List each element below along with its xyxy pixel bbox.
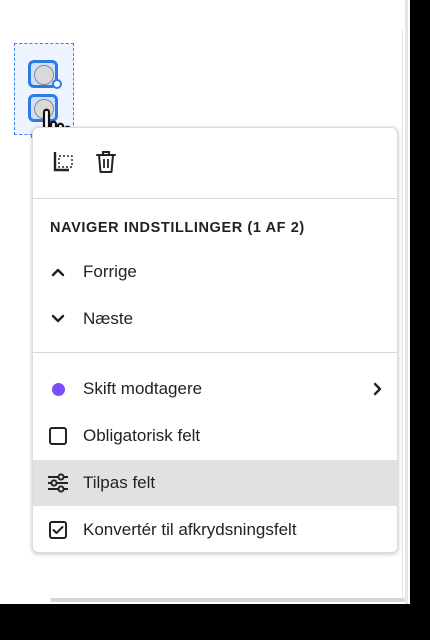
menu-item-change-recipients[interactable]: Skift modtagere <box>33 366 397 412</box>
page-border-line <box>402 30 403 598</box>
resize-handle[interactable] <box>52 79 62 89</box>
menu-item-label: Tilpas felt <box>83 473 156 492</box>
menu-action-row <box>33 144 397 184</box>
menu-item-label: Forrige <box>83 262 137 281</box>
checkbox-checked-icon <box>47 519 69 541</box>
section-title: NAVIGER INDSTILLINGER (1 AF 2) <box>50 220 305 236</box>
menu-item-convert-to-checkbox[interactable]: Konvertér til afkrydsningsfelt <box>33 507 397 553</box>
menu-divider <box>33 352 397 353</box>
radio-button-icon <box>34 65 54 85</box>
chevron-down-icon <box>47 308 69 330</box>
menu-item-label: Næste <box>83 309 134 328</box>
page-bottom-border <box>50 598 405 602</box>
chevron-up-icon <box>47 261 69 283</box>
menu-item-label: Konvertér til afkrydsningsfelt <box>83 520 297 539</box>
page-edge <box>405 0 408 604</box>
menu-item-required-field[interactable]: Obligatorisk felt <box>33 413 397 459</box>
context-menu: NAVIGER INDSTILLINGER (1 AF 2) Forrige N… <box>32 127 398 553</box>
duplicate-button[interactable] <box>47 144 81 180</box>
menu-item-previous[interactable]: Forrige <box>33 249 397 295</box>
menu-item-next[interactable]: Næste <box>33 296 397 342</box>
recipient-dot-icon <box>47 378 69 400</box>
menu-item-customize-field[interactable]: Tilpas felt <box>33 460 397 506</box>
menu-item-label: Obligatorisk felt <box>83 426 201 445</box>
menu-divider <box>33 198 397 199</box>
delete-button[interactable] <box>89 144 123 180</box>
chevron-right-icon <box>371 382 385 396</box>
duplicate-icon <box>53 152 73 172</box>
menu-item-label: Skift modtagere <box>83 379 203 398</box>
checkbox-unchecked-icon <box>47 425 69 447</box>
trash-icon <box>96 151 116 173</box>
sliders-icon <box>47 472 69 494</box>
